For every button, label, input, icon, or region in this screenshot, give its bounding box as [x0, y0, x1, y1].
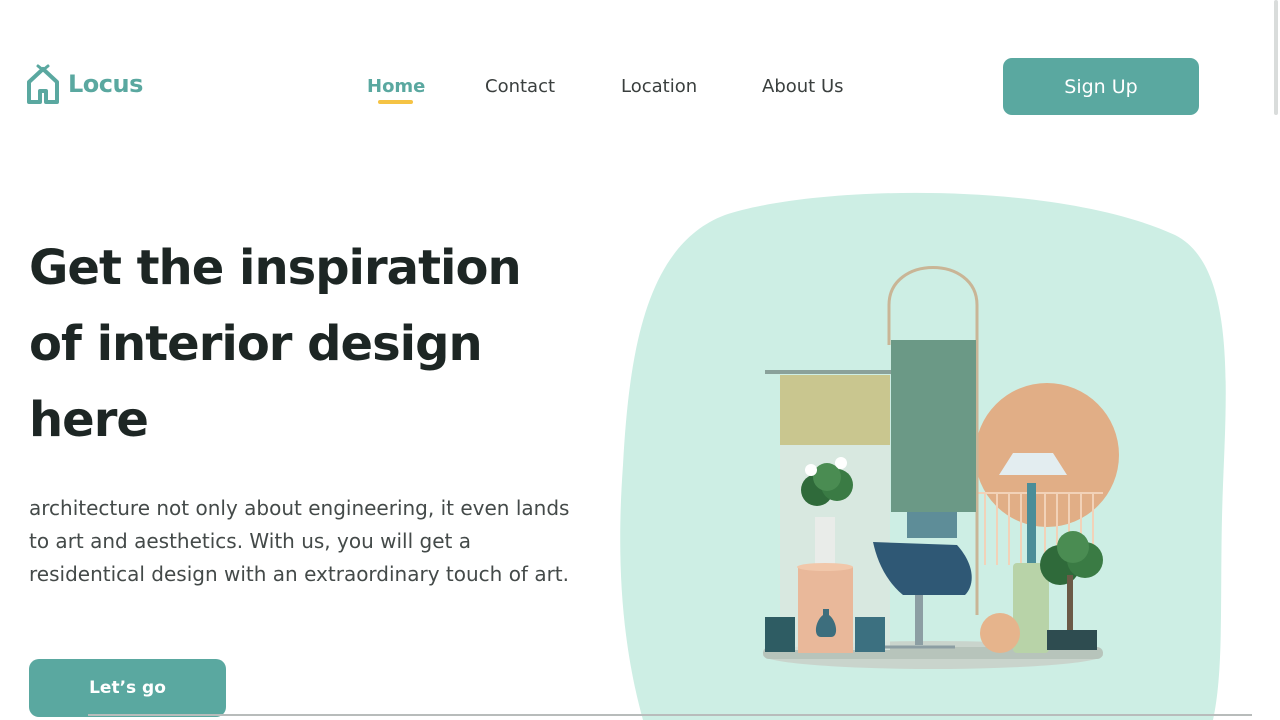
hero-description: architecture not only about engineering,… — [29, 496, 570, 586]
nav-item-contact[interactable]: Contact — [485, 76, 555, 97]
hero-title: Get the inspiration of interior design h… — [29, 230, 589, 458]
landing-page: Locus Home Contact Location About Us Sig… — [0, 0, 1280, 720]
lets-go-button[interactable]: Let’s go — [29, 659, 226, 717]
green-pillar — [891, 340, 976, 512]
bottom-divider — [88, 714, 1252, 716]
hero-title-line: here — [29, 392, 149, 448]
nav-item-location[interactable]: Location — [621, 76, 697, 97]
nav-item-home[interactable]: Home — [367, 76, 425, 97]
active-nav-indicator — [378, 100, 413, 104]
nav-item-about-us[interactable]: About Us — [762, 76, 844, 97]
hero-title-line: Get the inspiration — [29, 240, 522, 296]
hero-title-line: of interior design — [29, 316, 483, 372]
scrollbar[interactable] — [1274, 0, 1278, 115]
interior-illustration — [620, 192, 1226, 720]
sign-up-button[interactable]: Sign Up — [1003, 58, 1199, 115]
